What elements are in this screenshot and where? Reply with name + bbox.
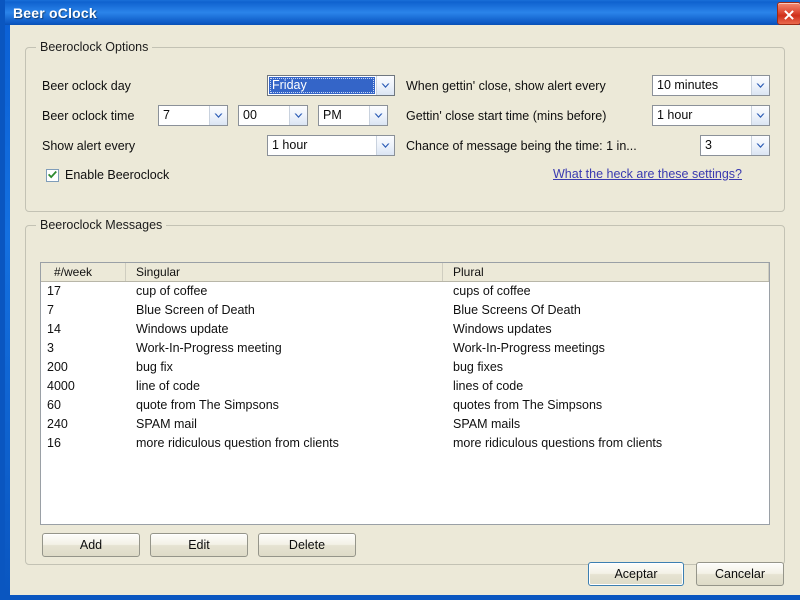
cell-singular: more ridiculous question from clients <box>136 436 339 450</box>
chance-dropdown-value: 3 <box>705 138 712 152</box>
chevron-down-icon <box>209 106 227 125</box>
cell-week: 200 <box>47 360 68 374</box>
label-beer-oclock-day: Beer oclock day <box>42 79 131 93</box>
cell-week: 240 <box>47 417 68 431</box>
chevron-down-icon <box>376 136 394 155</box>
cell-week: 4000 <box>47 379 75 393</box>
table-row[interactable]: 16 more ridiculous question from clients m… <box>41 434 769 453</box>
label-show-alert-every: Show alert every <box>42 139 136 153</box>
accept-button[interactable]: Aceptar <box>588 562 684 586</box>
meridiem-dropdown[interactable]: PM <box>318 105 388 126</box>
beeroclock-options-group: Beeroclock Options <box>25 40 785 212</box>
chevron-down-icon <box>376 76 394 95</box>
messages-list-body: 17 cup of coffee cups of coffee 7 Blue Scree… <box>41 282 769 453</box>
table-row[interactable]: 17 cup of coffee cups of coffee <box>41 282 769 301</box>
cell-singular: SPAM mail <box>136 417 197 431</box>
minute-dropdown-value: 00 <box>243 108 257 122</box>
settings-help-link[interactable]: What the heck are these settings? <box>553 167 742 181</box>
minute-dropdown[interactable]: 00 <box>238 105 308 126</box>
show-alert-every-value: 1 hour <box>272 138 308 152</box>
table-row[interactable]: 14 Windows update Windows updates <box>41 320 769 339</box>
cell-plural: SPAM mails <box>453 417 521 431</box>
cell-week: 17 <box>47 284 61 298</box>
cell-week: 7 <box>47 303 54 317</box>
cell-week: 60 <box>47 398 61 412</box>
cell-singular: bug fix <box>136 360 173 374</box>
cell-singular: Blue Screen of Death <box>136 303 255 317</box>
cell-singular: Work-In-Progress meeting <box>136 341 282 355</box>
gettin-close-start-value: 1 hour <box>657 108 693 122</box>
cell-singular: Windows update <box>136 322 229 336</box>
cell-plural: bug fixes <box>453 360 504 374</box>
table-row[interactable]: 60 quote from The Simpsons quotes from The… <box>41 396 769 415</box>
hour-dropdown-value: 7 <box>163 108 170 122</box>
cell-plural: Windows updates <box>453 322 552 336</box>
column-header-singular[interactable]: Singular <box>126 263 443 281</box>
messages-list[interactable]: #/week Singular Plural 17 cup of coffee cu… <box>40 262 770 525</box>
chevron-down-icon <box>369 106 387 125</box>
dialog-client-area: Beeroclock Options Beer oclock day Frida… <box>10 25 800 595</box>
chevron-down-icon <box>289 106 307 125</box>
cell-plural: cups of coffee <box>453 284 531 298</box>
cell-plural: more ridiculous questions from clients <box>453 436 663 450</box>
table-row[interactable]: 240 SPAM mail SPAM mails <box>41 415 769 434</box>
column-header-week[interactable]: #/week <box>41 263 126 281</box>
cell-week: 14 <box>47 322 61 336</box>
column-header-plural[interactable]: Plural <box>443 263 769 281</box>
add-button[interactable]: Add <box>42 533 140 557</box>
options-group-legend: Beeroclock Options <box>36 40 153 54</box>
enable-beeroclock-label: Enable Beeroclock <box>65 168 170 182</box>
window-title: Beer oClock <box>13 4 97 21</box>
cell-plural: Blue Screens Of Death <box>453 303 581 317</box>
label-beer-oclock-time: Beer oclock time <box>42 109 135 123</box>
chance-dropdown[interactable]: 3 <box>700 135 770 156</box>
title-bar: Beer oClock <box>5 0 800 25</box>
hour-dropdown[interactable]: 7 <box>158 105 228 126</box>
gettin-close-start-dropdown[interactable]: 1 hour <box>652 105 770 126</box>
checkmark-icon <box>46 168 59 182</box>
close-icon[interactable] <box>777 2 800 25</box>
chevron-down-icon <box>751 136 769 155</box>
day-dropdown-value: Friday <box>269 77 375 94</box>
cell-singular: quote from The Simpsons <box>136 398 279 412</box>
dialog-window: Beer oClock Beeroclock Options Beer oclo… <box>0 0 800 600</box>
messages-group-legend: Beeroclock Messages <box>36 218 167 232</box>
label-gettin-close-alert: When gettin' close, show alert every <box>406 79 606 93</box>
messages-list-header: #/week Singular Plural <box>41 263 769 282</box>
edit-button[interactable]: Edit <box>150 533 248 557</box>
cell-singular: cup of coffee <box>136 284 208 298</box>
cell-week: 16 <box>47 436 61 450</box>
table-row[interactable]: 200 bug fix bug fixes <box>41 358 769 377</box>
chevron-down-icon <box>751 76 769 95</box>
show-alert-every-dropdown[interactable]: 1 hour <box>267 135 395 156</box>
cell-plural: lines of code <box>453 379 524 393</box>
day-dropdown[interactable]: Friday <box>267 75 395 96</box>
enable-beeroclock-checkbox[interactable]: Enable Beeroclock <box>46 168 169 182</box>
cancel-button[interactable]: Cancelar <box>696 562 784 586</box>
label-gettin-close-start: Gettin' close start time (mins before) <box>406 109 607 123</box>
label-chance-of-message: Chance of message being the time: 1 in..… <box>406 139 637 153</box>
delete-button[interactable]: Delete <box>258 533 356 557</box>
chevron-down-icon <box>751 106 769 125</box>
gettin-close-alert-value: 10 minutes <box>657 78 719 92</box>
gettin-close-alert-dropdown[interactable]: 10 minutes <box>652 75 770 96</box>
cell-plural: quotes from The Simpsons <box>453 398 603 412</box>
table-row[interactable]: 3 Work-In-Progress meeting Work-In-Progres… <box>41 339 769 358</box>
cell-singular: line of code <box>136 379 200 393</box>
meridiem-dropdown-value: PM <box>323 108 342 122</box>
table-row[interactable]: 4000 line of code lines of code <box>41 377 769 396</box>
table-row[interactable]: 7 Blue Screen of Death Blue Screens Of Dea… <box>41 301 769 320</box>
cell-plural: Work-In-Progress meetings <box>453 341 605 355</box>
cell-week: 3 <box>47 341 54 355</box>
